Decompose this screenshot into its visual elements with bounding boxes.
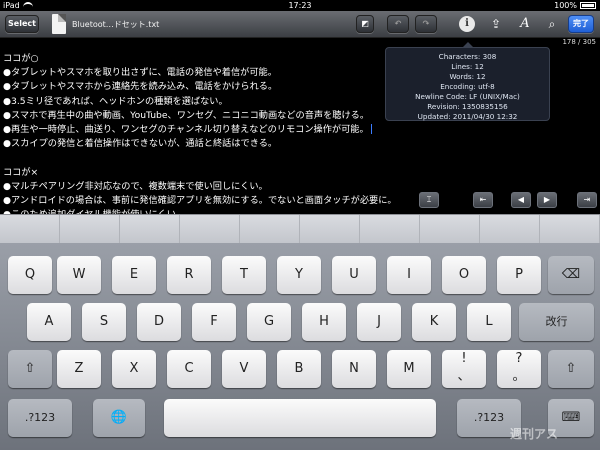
key-e[interactable]: E [112,256,156,294]
key-question-bottom: 。 [512,369,526,384]
candidate-slot[interactable] [180,215,240,243]
key-h[interactable]: H [302,303,346,341]
candidate-bar [0,214,600,243]
search-icon[interactable]: ⌕ [544,16,560,32]
key-c[interactable]: C [167,350,211,388]
toolbar: Select Bluetoot…ドセット.txt ◩ ↶ ↷ i ⇪ A ⌕ 完… [0,11,600,38]
key-x[interactable]: X [112,350,156,388]
return-key[interactable]: 改行 [519,303,594,341]
position-counter: 178 / 305 [562,38,596,46]
key-exclamation-bottom: 、 [457,369,471,384]
shift-icon[interactable]: ⇧ [8,350,52,388]
key-r[interactable]: R [167,256,211,294]
key-question[interactable]: ? 。 [497,350,541,388]
select-button[interactable]: Select [5,15,39,33]
candidate-slot[interactable] [240,215,300,243]
clock: 17:23 [288,1,312,10]
key-a[interactable]: A [27,303,71,341]
key-o[interactable]: O [442,256,486,294]
key-d[interactable]: D [137,303,181,341]
key-k[interactable]: K [412,303,456,341]
candidate-slot[interactable] [120,215,180,243]
jump-start-icon[interactable]: ⇤ [473,192,493,208]
arrow-right-icon[interactable]: ▶ [537,192,557,208]
key-f[interactable]: F [192,303,236,341]
key-t[interactable]: T [222,256,266,294]
share-icon[interactable]: ⇪ [488,16,504,32]
candidate-slot[interactable] [360,215,420,243]
text-line[interactable]: ココが× [3,166,598,180]
candidate-slot[interactable] [60,215,120,243]
key-m[interactable]: M [387,350,431,388]
candidate-slot[interactable] [480,215,540,243]
arrow-left-icon[interactable]: ◀ [511,192,531,208]
key-n[interactable]: N [332,350,376,388]
key-v[interactable]: V [222,350,266,388]
undo-button[interactable]: ↶ [387,15,409,33]
info-lines: Lines: 12 [451,62,484,71]
text-line[interactable]: ●スカイプの発信と着信操作はできないが、通話と終話はできる。 [3,137,598,151]
info-updated: Updated: 2011/04/30 12:32 [417,112,518,121]
key-s[interactable]: S [82,303,126,341]
key-l[interactable]: L [467,303,511,341]
globe-icon[interactable]: 🌐 [93,399,145,437]
key-z[interactable]: Z [57,350,101,388]
info-characters: Characters: 308 [438,52,497,61]
space-key[interactable] [164,399,436,437]
info-encoding: Encoding: utf-8 [440,82,495,91]
candidate-slot[interactable] [300,215,360,243]
text-caret [370,124,372,135]
resize-icon[interactable]: ◩ [356,15,374,33]
redo-button[interactable]: ↷ [415,15,437,33]
key-u[interactable]: U [332,256,376,294]
candidate-slot[interactable] [420,215,480,243]
watermark: 週刊アス [510,427,559,441]
info-newline: Newline Code: LF (UNIX/Mac) [415,92,520,101]
text-line-current[interactable]: ●再生や一時停止、曲送り、ワンセグのチャンネル切り替えなどのリモコン操作が可能。 [3,123,598,137]
status-bar: iPad 17:23 100% [0,0,600,11]
file-title[interactable]: Bluetoot…ドセット.txt [72,19,159,30]
cursor-icon[interactable]: ⌶ [419,192,439,208]
key-j[interactable]: J [357,303,401,341]
candidate-slot[interactable] [0,215,60,243]
battery-indicator: 100% [554,0,596,11]
jump-end-icon[interactable]: ⇥ [577,192,597,208]
candidate-slot[interactable] [540,215,600,243]
key-y[interactable]: Y [277,256,321,294]
info-icon[interactable]: i [459,16,475,32]
font-icon[interactable]: A [517,16,533,32]
text-line[interactable]: ●アンドロイドの場合は、事前に発信確認アプリを無効にする。でないと画面タッチが必… [3,194,598,208]
key-b[interactable]: B [277,350,321,388]
position-bar: 178 / 305 [0,38,600,47]
text-line-content[interactable]: ●再生や一時停止、曲送り、ワンセグのチャンネル切り替えなどのリモコン操作が可能。 [3,124,369,135]
battery-icon [580,2,596,9]
key-i[interactable]: I [387,256,431,294]
text-line[interactable] [3,151,598,165]
key-w[interactable]: W [57,256,101,294]
info-words: Words: 12 [449,72,486,81]
shift-right-icon[interactable]: ⇧ [548,350,594,388]
key-exclamation[interactable]: ! 、 [442,350,486,388]
info-popover: Characters: 308 Lines: 12 Words: 12 Enco… [385,42,550,121]
key-exclamation-top: ! [461,351,467,366]
key-q[interactable]: Q [8,256,52,294]
key-g[interactable]: G [247,303,291,341]
numbers-key[interactable]: .?123 [8,399,72,437]
key-question-top: ? [515,351,523,366]
info-revision: Revision: 1350835156 [427,102,508,111]
backspace-icon[interactable]: ⌫ [548,256,594,294]
done-button[interactable]: 完了 [568,15,594,33]
text-line[interactable]: ●マルチペアリング非対応なので、複数端末で使い回しにくい。 [3,180,598,194]
document-icon [52,14,66,34]
key-p[interactable]: P [497,256,541,294]
